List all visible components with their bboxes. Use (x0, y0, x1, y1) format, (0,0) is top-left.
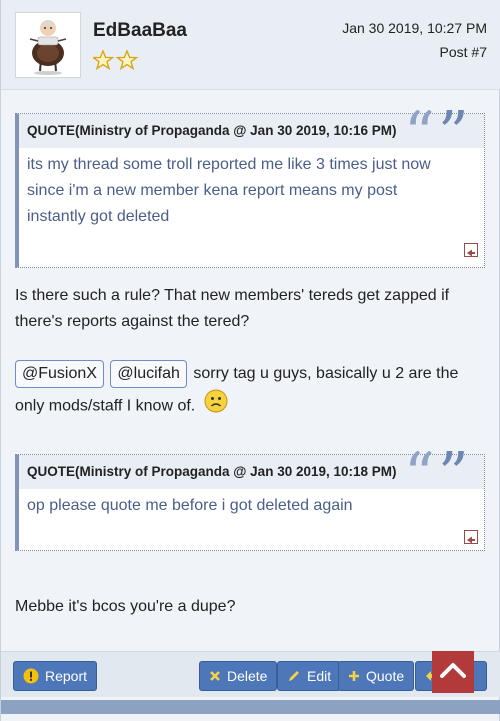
post-date: Jan 30 2019, 10:27 PM (342, 20, 487, 36)
mention-lucifah[interactable]: @lucifah (110, 360, 187, 388)
quote-button[interactable]: Quote (338, 661, 415, 691)
mention-fusionx[interactable]: @FusionX (15, 360, 104, 388)
close-icon (209, 670, 221, 682)
quote-header: QUOTE(Ministry of Propaganda @ Jan 30 20… (19, 99, 484, 169)
rank-stars (91, 49, 139, 74)
warning-icon (23, 668, 39, 684)
quote-title: QUOTE(Ministry of Propaganda @ Jan 30 20… (27, 464, 397, 479)
star-icon (115, 49, 139, 71)
post-header: EdBaaBaa Jan 30 2019, 10:27 PM Post #7 (1, 0, 500, 90)
post-actions-bar: Report Delete Edit Quote (1, 651, 500, 697)
quote-header: QUOTE(Ministry of Propaganda @ Jan 30 20… (19, 440, 484, 510)
report-button[interactable]: Report (13, 661, 98, 691)
quote-title: QUOTE(Ministry of Propaganda @ Jan 30 20… (27, 123, 397, 138)
post-paragraph: Is there such a rule? That new members' … (15, 283, 485, 335)
mention-paragraph: @FusionX @lucifah sorry tag u guys, basi… (15, 359, 485, 424)
forum-post: EdBaaBaa Jan 30 2019, 10:27 PM Post #7 Q… (0, 0, 500, 721)
chevron-up-icon (440, 661, 466, 683)
quote-line: its my thread some troll reported me lik… (27, 156, 431, 173)
delete-button[interactable]: Delete (199, 661, 278, 691)
quote-marks-icon: “ ” (404, 99, 476, 169)
quote-marks-icon: “ ” (404, 440, 476, 510)
svg-text:“: “ (404, 451, 435, 491)
sad-face-icon (204, 389, 228, 424)
scroll-to-top-button[interactable] (432, 651, 474, 693)
delete-label: Delete (227, 668, 268, 684)
post-footer-strip (1, 700, 500, 714)
svg-text:”: ” (438, 451, 469, 491)
username[interactable]: EdBaaBaa (93, 20, 187, 42)
text-fragment: sorry tag u guys, basically u 2 are the (188, 365, 459, 382)
edit-label: Edit (307, 668, 332, 684)
post-paragraph: Mebbe it's bcos you're a dupe? (15, 594, 485, 620)
quote-line: since i'm a new member kena report means… (27, 182, 398, 199)
pencil-icon (287, 669, 301, 683)
text-line: Mebbe it's bcos you're a dupe? (15, 598, 236, 615)
post-number[interactable]: Post #7 (440, 44, 487, 60)
quote-text: its my thread some troll reported me lik… (19, 148, 484, 230)
quote-block: QUOTE(Ministry of Propaganda @ Jan 30 20… (15, 440, 485, 551)
quote-block: QUOTE(Ministry of Propaganda @ Jan 30 20… (15, 99, 485, 268)
edit-button[interactable]: Edit (277, 661, 342, 691)
svg-text:“: “ (404, 110, 435, 150)
text-line: there's reports against the tered? (15, 313, 250, 330)
text-fragment: only mods/staff I know of. (15, 397, 196, 415)
svg-text:”: ” (438, 110, 469, 150)
back-to-source-icon[interactable] (464, 243, 478, 257)
plus-icon (348, 670, 360, 682)
text-line: Is there such a rule? That new members' … (15, 287, 450, 304)
quote-label: Quote (366, 668, 405, 684)
back-to-source-icon[interactable] (464, 530, 478, 544)
quote-line: op please quote me before i got deleted … (27, 497, 353, 514)
star-icon (91, 49, 115, 71)
quote-line: instantly got deleted (27, 208, 170, 225)
report-label: Report (45, 668, 88, 684)
avatar[interactable] (15, 12, 81, 78)
